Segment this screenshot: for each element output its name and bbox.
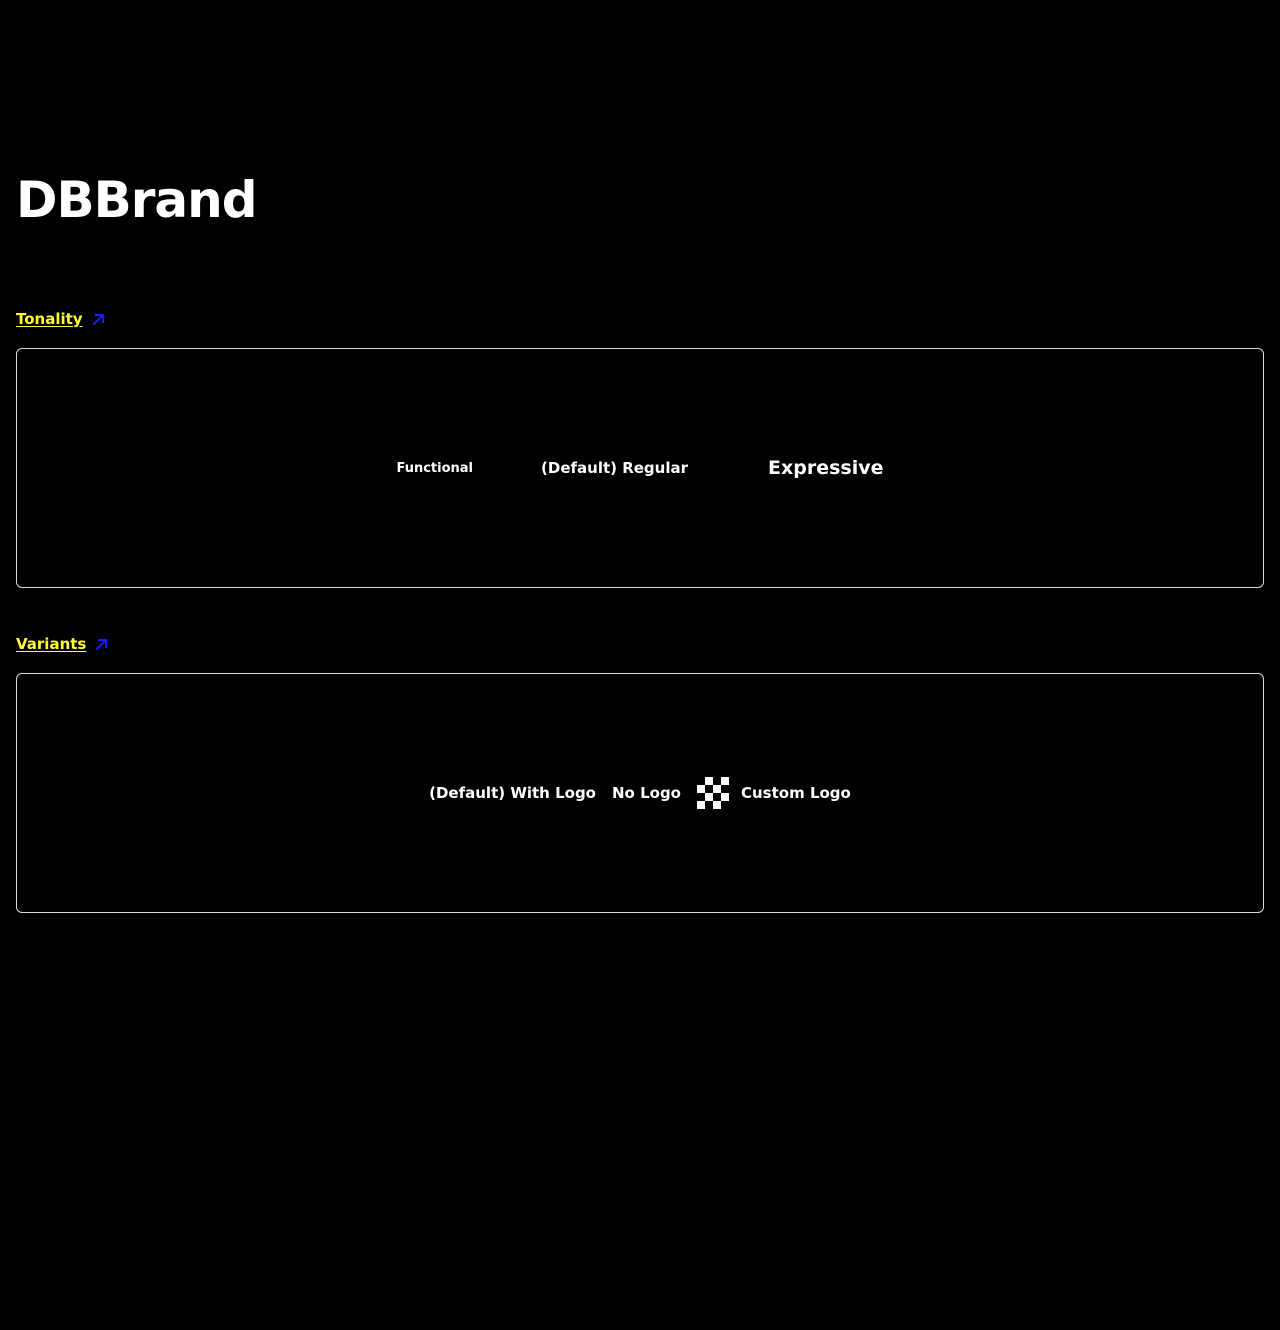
checkerboard-icon (697, 777, 729, 809)
variants-link[interactable]: Variants (16, 635, 110, 653)
brand-custom-logo-label: Custom Logo (741, 784, 851, 802)
brand-custom-logo: Custom Logo (697, 777, 851, 809)
arrow-up-right-icon (92, 313, 104, 326)
brand-functional: Functional (396, 460, 474, 476)
variant-row: (Default) With Logo No Logo Custom Logo (429, 777, 851, 809)
brand-with-logo: (Default) With Logo (429, 784, 596, 802)
page-title: DBBrand (16, 171, 258, 229)
tonality-row: Functional (Default) Regular Expressive (396, 457, 883, 479)
brand-regular: (Default) Regular (541, 459, 689, 477)
tonality-demo-box: Functional (Default) Regular Expressive (16, 348, 1264, 588)
brand-no-logo: No Logo (612, 784, 681, 802)
arrow-up-right-icon (95, 638, 108, 651)
variants-link-label: Variants (16, 635, 87, 653)
tonality-link-label: Tonality (16, 310, 83, 328)
brand-expressive: Expressive (768, 457, 884, 479)
page: DBBrand Tonality Functional (Default) Re… (0, 0, 1280, 1330)
variants-demo-box: (Default) With Logo No Logo Custom Logo (16, 673, 1264, 913)
tonality-link[interactable]: Tonality (16, 310, 107, 328)
